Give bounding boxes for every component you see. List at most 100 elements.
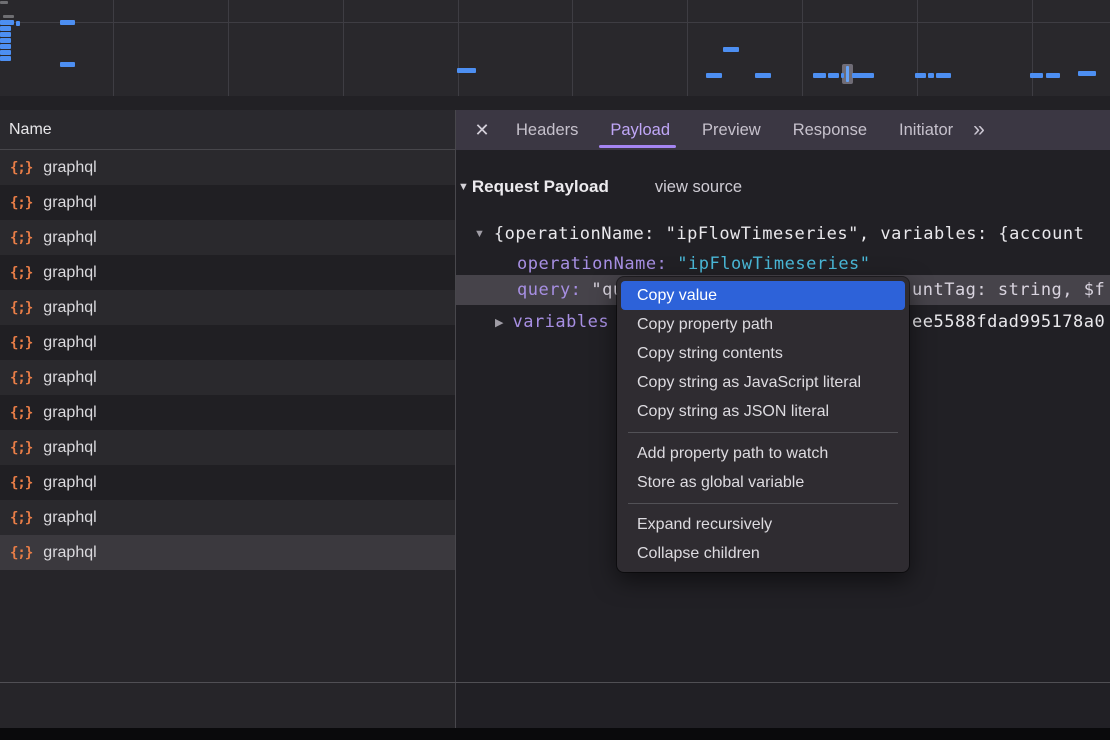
network-request-bar[interactable] <box>706 73 722 78</box>
timeline-track-strip <box>0 96 1110 110</box>
timeline-gridline-horizontal <box>0 22 1110 23</box>
payload-preview-row[interactable]: ▼ {operationName: "ipFlowTimeseries", va… <box>456 222 1110 246</box>
request-row[interactable]: {;} graphql <box>0 395 455 430</box>
tab-headers[interactable]: Headers <box>500 110 594 150</box>
property-key: operationName: <box>517 254 667 274</box>
json-braces-icon: {;} <box>10 475 32 491</box>
request-row[interactable]: {;} graphql <box>0 220 455 255</box>
request-row[interactable]: {;} graphql <box>0 255 455 290</box>
request-row[interactable]: {;} graphql <box>0 325 455 360</box>
request-row[interactable]: {;} graphql <box>0 290 455 325</box>
menu-separator <box>628 432 898 433</box>
view-source-link[interactable]: view source <box>655 178 742 197</box>
timeline-overview[interactable] <box>0 0 1110 97</box>
request-name-label: graphql <box>43 544 96 562</box>
double-chevron-right-icon: » <box>973 118 985 141</box>
request-row[interactable]: {;} graphql <box>0 360 455 395</box>
network-request-bar[interactable] <box>1046 73 1060 78</box>
menu-item-copy-string-contents[interactable]: Copy string contents <box>621 339 905 368</box>
tree-row-operationname[interactable]: operationName: "ipFlowTimeseries" <box>456 252 1110 276</box>
name-column-header[interactable]: Name <box>0 110 455 150</box>
timeline-gridline-vertical <box>228 0 229 96</box>
network-request-bar[interactable] <box>0 20 14 25</box>
network-request-bar[interactable] <box>0 44 11 49</box>
close-icon: ✕ <box>474 120 489 141</box>
menu-item-copy-string-as-json-literal[interactable]: Copy string as JSON literal <box>621 397 905 426</box>
json-braces-icon: {;} <box>10 405 32 421</box>
request-name-label: graphql <box>43 439 96 457</box>
tab-response[interactable]: Response <box>777 110 883 150</box>
timeline-gridline-vertical <box>572 0 573 96</box>
json-braces-icon: {;} <box>10 510 32 526</box>
network-request-bar[interactable] <box>841 73 844 78</box>
section-title: Request Payload <box>472 177 609 197</box>
property-value: "ipFlowTimeseries" <box>677 254 870 274</box>
network-request-bar[interactable] <box>0 38 11 43</box>
menu-item-copy-property-path[interactable]: Copy property path <box>621 310 905 339</box>
request-payload-header: ▼ Request Payload view source <box>458 176 742 198</box>
context-menu: Copy valueCopy property pathCopy string … <box>617 277 909 572</box>
network-request-bar[interactable] <box>0 32 11 37</box>
json-braces-icon: {;} <box>10 230 32 246</box>
payload-preview-text: {operationName: "ipFlowTimeseries", vari… <box>494 224 1084 244</box>
timeline-gridline-vertical <box>113 0 114 96</box>
network-request-bar[interactable] <box>915 73 926 78</box>
close-panel-button[interactable]: ✕ <box>464 110 500 150</box>
network-request-bar[interactable] <box>3 15 14 18</box>
menu-item-add-property-path-to-watch[interactable]: Add property path to watch <box>621 439 905 468</box>
network-request-bar[interactable] <box>1078 71 1096 76</box>
network-request-bar[interactable] <box>928 73 934 78</box>
panel-bottom-divider <box>0 682 1110 683</box>
collapsed-triangle-icon[interactable]: ▶ <box>495 316 503 329</box>
menu-item-copy-value[interactable]: Copy value <box>621 281 905 310</box>
property-key: query: <box>517 280 581 300</box>
network-request-bar[interactable] <box>0 50 11 55</box>
name-column-label: Name <box>9 121 52 139</box>
request-row[interactable]: {;} graphql <box>0 500 455 535</box>
request-row[interactable]: {;} graphql <box>0 535 455 570</box>
network-request-bar[interactable] <box>457 68 476 73</box>
timeline-gridline-vertical <box>458 0 459 96</box>
tab-initiator[interactable]: Initiator <box>883 110 969 150</box>
property-value-continuation: ee5588fdad995178a0 <box>912 309 1105 335</box>
network-request-bar[interactable] <box>813 73 826 78</box>
network-request-bar[interactable] <box>0 26 11 31</box>
request-row[interactable]: {;} graphql <box>0 465 455 500</box>
tab-preview[interactable]: Preview <box>686 110 777 150</box>
network-request-bar[interactable] <box>60 62 75 67</box>
request-list-panel: Name {;} graphql {;} graphql {;} graphql… <box>0 110 456 728</box>
request-name-label: graphql <box>43 509 96 527</box>
request-name-label: graphql <box>43 264 96 282</box>
timeline-selection-tick <box>846 66 849 82</box>
request-name-label: graphql <box>43 229 96 247</box>
more-tabs-button[interactable]: » <box>973 118 985 142</box>
request-name-label: graphql <box>43 369 96 387</box>
network-request-bar[interactable] <box>936 73 951 78</box>
network-request-bar[interactable] <box>16 21 20 26</box>
timeline-gridline-vertical <box>917 0 918 96</box>
request-row[interactable]: {;} graphql <box>0 185 455 220</box>
network-request-bar[interactable] <box>852 73 874 78</box>
property-key: variables <box>512 312 609 332</box>
timeline-gridline-vertical <box>343 0 344 96</box>
network-request-bar[interactable] <box>60 20 75 25</box>
tab-payload[interactable]: Payload <box>594 110 686 150</box>
collapse-triangle-icon[interactable]: ▼ <box>458 181 469 193</box>
request-rows: {;} graphql {;} graphql {;} graphql {;} … <box>0 150 455 570</box>
menu-item-collapse-children[interactable]: Collapse children <box>621 539 905 568</box>
menu-item-copy-string-as-javascript-literal[interactable]: Copy string as JavaScript literal <box>621 368 905 397</box>
json-braces-icon: {;} <box>10 265 32 281</box>
menu-item-expand-recursively[interactable]: Expand recursively <box>621 510 905 539</box>
network-request-bar[interactable] <box>0 56 11 61</box>
network-request-bar[interactable] <box>828 73 839 78</box>
request-name-label: graphql <box>43 194 96 212</box>
network-request-bar[interactable] <box>1030 73 1043 78</box>
network-request-bar[interactable] <box>0 1 8 4</box>
request-row[interactable]: {;} graphql <box>0 430 455 465</box>
json-braces-icon: {;} <box>10 195 32 211</box>
network-request-bar[interactable] <box>723 47 739 52</box>
network-request-bar[interactable] <box>755 73 771 78</box>
expanded-triangle-icon[interactable]: ▼ <box>474 228 485 240</box>
request-row[interactable]: {;} graphql <box>0 150 455 185</box>
menu-item-store-as-global-variable[interactable]: Store as global variable <box>621 468 905 497</box>
